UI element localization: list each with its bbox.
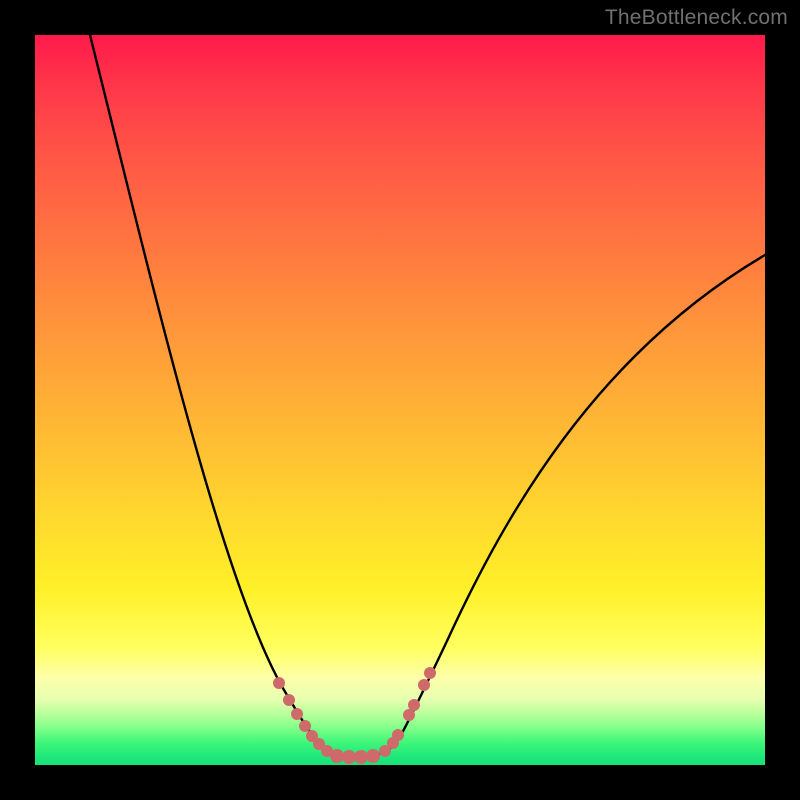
bottleneck-curve-layer [35, 35, 765, 765]
curve-dot [299, 720, 311, 732]
curve-dot [342, 750, 356, 764]
curve-dot [330, 749, 344, 763]
bottleneck-curve [90, 35, 765, 755]
curve-dots-group [273, 667, 436, 764]
watermark-text: TheBottleneck.com [605, 6, 788, 30]
curve-dot [354, 750, 368, 764]
chart-frame: TheBottleneck.com [0, 0, 800, 800]
curve-dot [408, 699, 420, 711]
curve-dot [418, 679, 430, 691]
curve-dot [366, 749, 380, 763]
curve-dot [424, 667, 436, 679]
curve-dot [273, 677, 285, 689]
curve-dot [283, 694, 295, 706]
curve-dot [392, 729, 404, 741]
curve-dot [291, 708, 303, 720]
plot-area [35, 35, 765, 765]
